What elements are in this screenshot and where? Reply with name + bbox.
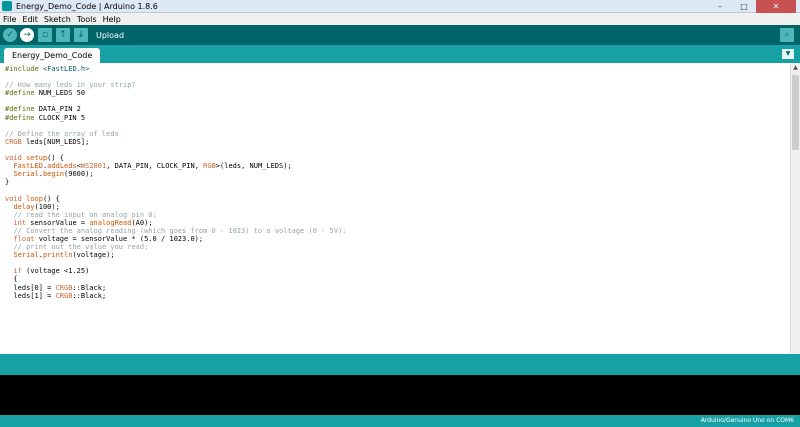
board-status: Arduino/Genuino Uno on COM6 bbox=[700, 417, 794, 424]
code-line[interactable]: int sensorValue = analogRead(A0); bbox=[5, 219, 346, 227]
menu-tools[interactable]: Tools bbox=[77, 15, 97, 24]
console-output bbox=[0, 375, 800, 415]
message-area bbox=[0, 354, 800, 375]
checkmark-icon: ✓ bbox=[6, 30, 14, 40]
code-line[interactable]: float voltage = sensorValue * (5.0 / 102… bbox=[5, 235, 346, 243]
tab-menu-button[interactable]: ▼ bbox=[782, 49, 794, 59]
editor-vertical-scrollbar[interactable]: ▲ bbox=[790, 63, 800, 354]
code-line[interactable]: #define DATA_PIN 2 bbox=[5, 105, 346, 113]
code-line[interactable]: void loop() { bbox=[5, 195, 346, 203]
arduino-app-icon bbox=[2, 1, 12, 11]
window-controls: – □ ✕ bbox=[708, 0, 796, 13]
magnifier-icon: ⌕ bbox=[784, 30, 790, 40]
save-sketch-button[interactable]: ↓ bbox=[74, 28, 88, 42]
code-line[interactable]: // Convert the analog reading (which goe… bbox=[5, 227, 346, 235]
code-line[interactable]: void setup() { bbox=[5, 154, 346, 162]
new-file-icon: ▫ bbox=[41, 30, 49, 40]
code-line[interactable] bbox=[5, 73, 346, 81]
code-line[interactable]: { bbox=[5, 275, 346, 283]
window-title: Energy_Demo_Code | Arduino 1.8.6 bbox=[16, 1, 158, 11]
open-sketch-button[interactable]: ↑ bbox=[56, 28, 70, 42]
code-line[interactable]: #define NUM_LEDS 50 bbox=[5, 89, 346, 97]
upload-button[interactable]: → bbox=[20, 28, 34, 42]
code-line[interactable]: Serial.begin(9600); bbox=[5, 170, 346, 178]
verify-button[interactable]: ✓ bbox=[3, 28, 17, 42]
code-line[interactable]: // print out the value you read: bbox=[5, 243, 346, 251]
menu-edit[interactable]: Edit bbox=[22, 15, 38, 24]
close-button[interactable]: ✕ bbox=[756, 0, 796, 13]
code-line[interactable]: #define CLOCK_PIN 5 bbox=[5, 114, 346, 122]
maximize-button[interactable]: □ bbox=[732, 0, 756, 13]
code-line[interactable] bbox=[5, 122, 346, 130]
chevron-down-icon: ▼ bbox=[785, 50, 791, 57]
menu-sketch[interactable]: Sketch bbox=[44, 15, 71, 24]
status-bar: Arduino/Genuino Uno on COM6 bbox=[0, 415, 800, 427]
code-line[interactable]: // Define the array of leds bbox=[5, 130, 346, 138]
arrow-down-icon: ↓ bbox=[77, 30, 85, 40]
code-editor[interactable]: #include <FastLED.h> // How many leds in… bbox=[0, 63, 800, 354]
menu-file[interactable]: File bbox=[3, 15, 16, 24]
arrow-up-icon: ↑ bbox=[59, 30, 67, 40]
menu-bar: File Edit Sketch Tools Help bbox=[0, 13, 800, 25]
arrow-right-icon: → bbox=[23, 30, 31, 40]
code-line[interactable] bbox=[5, 97, 346, 105]
code-line[interactable]: if (voltage <1.25) bbox=[5, 267, 346, 275]
code-line[interactable]: } bbox=[5, 178, 346, 186]
code-text[interactable]: #include <FastLED.h> // How many leds in… bbox=[5, 65, 346, 300]
scrollbar-thumb[interactable] bbox=[792, 75, 799, 150]
code-line[interactable]: FastLED.addLeds<WS2801, DATA_PIN, CLOCK_… bbox=[5, 162, 346, 170]
code-line[interactable]: // read the input on analog pin 0: bbox=[5, 211, 346, 219]
code-line[interactable] bbox=[5, 146, 346, 154]
toolbar: ✓ → ▫ ↑ ↓ Upload ⌕ bbox=[0, 25, 800, 45]
code-line[interactable]: delay(100); bbox=[5, 203, 346, 211]
tab-energy-demo-code[interactable]: Energy_Demo_Code bbox=[4, 48, 101, 63]
menu-help[interactable]: Help bbox=[103, 15, 121, 24]
code-line[interactable] bbox=[5, 259, 346, 267]
window-titlebar: Energy_Demo_Code | Arduino 1.8.6 – □ ✕ bbox=[0, 0, 800, 13]
code-line[interactable]: CRGB leds[NUM_LEDS]; bbox=[5, 138, 346, 146]
scroll-up-icon[interactable]: ▲ bbox=[791, 63, 800, 73]
new-sketch-button[interactable]: ▫ bbox=[38, 28, 52, 42]
code-line[interactable]: #include <FastLED.h> bbox=[5, 65, 346, 73]
code-line[interactable]: Serial.println(voltage); bbox=[5, 251, 346, 259]
code-line[interactable]: // How many leds in your strip? bbox=[5, 81, 346, 89]
code-line[interactable]: leds[1] = CRGB::Black; bbox=[5, 292, 346, 300]
serial-monitor-button[interactable]: ⌕ bbox=[780, 28, 794, 42]
code-line[interactable] bbox=[5, 186, 346, 194]
tab-bar: Energy_Demo_Code ▼ bbox=[0, 45, 800, 63]
code-line[interactable]: leds[0] = CRGB::Black; bbox=[5, 284, 346, 292]
minimize-button[interactable]: – bbox=[708, 0, 732, 13]
toolbar-hover-label: Upload bbox=[96, 30, 125, 40]
